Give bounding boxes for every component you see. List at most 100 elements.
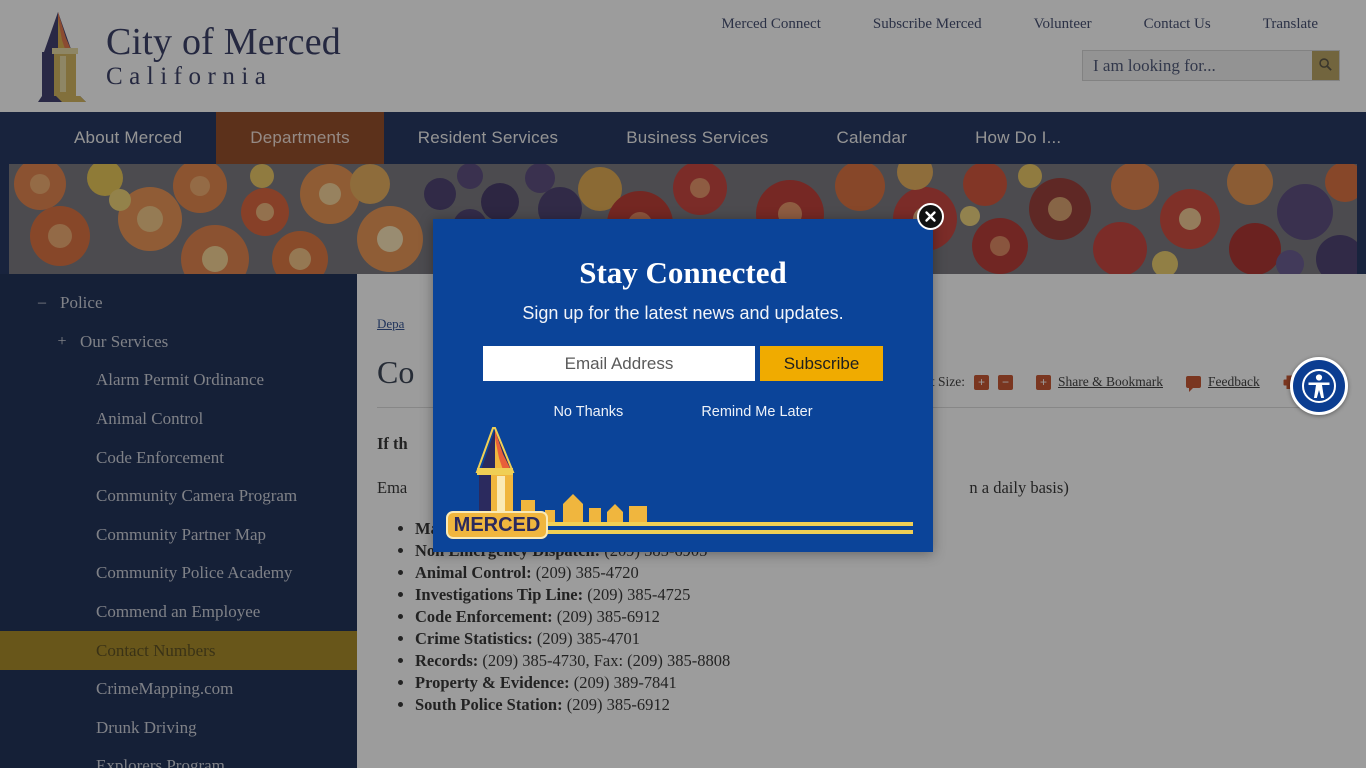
lead-plain-start: Ema bbox=[377, 478, 408, 497]
modal-close-button[interactable] bbox=[917, 203, 944, 230]
site-logo[interactable]: City of Merced California bbox=[36, 8, 341, 104]
page-tools: nt Size: + − + Share & Bookmark Feedback bbox=[924, 374, 1332, 392]
site-header: City of Merced California Merced Connect… bbox=[0, 0, 1366, 112]
utility-link-merced-connect[interactable]: Merced Connect bbox=[695, 16, 847, 33]
subscribe-button[interactable]: Subscribe bbox=[760, 346, 883, 381]
speech-bubble-icon bbox=[1186, 376, 1201, 392]
utility-link-subscribe-merced[interactable]: Subscribe Merced bbox=[847, 16, 1008, 33]
list-item: Code Enforcement: (209) 385-6912 bbox=[415, 606, 1332, 628]
nav-item-calendar[interactable]: Calendar bbox=[802, 112, 941, 164]
sidebar-item-label: Explorers Program bbox=[96, 756, 225, 768]
utility-link-translate[interactable]: Translate bbox=[1237, 16, 1344, 33]
accessibility-person-icon bbox=[1302, 369, 1336, 403]
logo-subtitle: California bbox=[106, 63, 273, 90]
contact-number: (209) 385-4725 bbox=[583, 585, 691, 604]
sidebar-item-community-camera-program[interactable]: Community Camera Program bbox=[0, 477, 357, 516]
sidebar-item-label: Alarm Permit Ordinance bbox=[96, 370, 265, 390]
contact-label: Investigations Tip Line: bbox=[415, 585, 584, 604]
contact-number: (209) 385-4701 bbox=[532, 629, 640, 648]
modal-signup-form: Subscribe bbox=[483, 346, 883, 381]
nav-item-business-services[interactable]: Business Services bbox=[592, 112, 802, 164]
sidebar-item-label: Code Enforcement bbox=[96, 447, 224, 467]
sidebar-item-crimemapping-com[interactable]: CrimeMapping.com bbox=[0, 670, 357, 709]
site-search bbox=[1082, 50, 1340, 81]
lead-plain-end: n a daily basis) bbox=[969, 478, 1069, 497]
list-item: Property & Evidence: (209) 389-7841 bbox=[415, 672, 1332, 694]
hero-edge-right bbox=[1357, 164, 1366, 274]
page-root: City of Merced California Merced Connect… bbox=[0, 0, 1366, 768]
contact-label: South Police Station: bbox=[415, 695, 563, 714]
sidebar-item-label: Contact Numbers bbox=[96, 640, 216, 660]
city-tower-logo-icon bbox=[36, 8, 92, 104]
feedback-link[interactable]: Feedback bbox=[1208, 374, 1260, 390]
feedback-group[interactable]: Feedback bbox=[1186, 374, 1260, 392]
contact-label: Code Enforcement: bbox=[415, 607, 553, 626]
sidebar-item-animal-control[interactable]: Animal Control bbox=[0, 400, 357, 439]
sidebar-item-alarm-permit-ordinance[interactable]: Alarm Permit Ordinance bbox=[0, 361, 357, 400]
merced-skyline-logo-icon: MERCED bbox=[446, 427, 913, 539]
collapse-minus-icon[interactable]: – bbox=[32, 294, 52, 312]
sidebar-item-police[interactable]: – Police bbox=[0, 284, 357, 323]
no-thanks-link[interactable]: No Thanks bbox=[553, 404, 623, 420]
list-item: Animal Control: (209) 385-4720 bbox=[415, 562, 1332, 584]
list-item: Records: (209) 385-4730, Fax: (209) 385-… bbox=[415, 650, 1332, 672]
sidebar-item-community-police-academy[interactable]: Community Police Academy bbox=[0, 554, 357, 593]
sidebar-item-label: Animal Control bbox=[96, 409, 204, 429]
contact-number: (209) 385-4730, Fax: (209) 385-8808 bbox=[478, 651, 731, 670]
sidebar-navigation: – Police + Our Services Alarm Permit Ord… bbox=[0, 274, 357, 768]
search-icon bbox=[1319, 57, 1332, 71]
expand-plus-icon[interactable]: + bbox=[52, 333, 72, 351]
list-item: Crime Statistics: (209) 385-4701 bbox=[415, 628, 1332, 650]
hero-edge-left bbox=[0, 164, 9, 274]
sidebar-item-community-partner-map[interactable]: Community Partner Map bbox=[0, 516, 357, 555]
close-x-icon bbox=[925, 211, 936, 222]
sidebar-item-label: Community Partner Map bbox=[96, 524, 266, 544]
sidebar-item-label: CrimeMapping.com bbox=[96, 679, 234, 699]
accessibility-widget-button[interactable] bbox=[1290, 357, 1348, 415]
logo-title: City of Merced bbox=[106, 21, 341, 63]
share-plus-icon[interactable]: + bbox=[1036, 374, 1052, 390]
breadcrumb-item-departments[interactable]: Depa bbox=[377, 316, 404, 331]
sidebar-item-drunk-driving[interactable]: Drunk Driving bbox=[0, 709, 357, 748]
contact-label: Property & Evidence: bbox=[415, 673, 570, 692]
contact-number: (209) 389-7841 bbox=[569, 673, 677, 692]
sidebar-item-code-enforcement[interactable]: Code Enforcement bbox=[0, 438, 357, 477]
remind-me-later-link[interactable]: Remind Me Later bbox=[701, 404, 812, 420]
modal-title: Stay Connected bbox=[579, 255, 787, 290]
modal-secondary-actions: No Thanks Remind Me Later bbox=[433, 404, 933, 420]
sidebar-item-label: Our Services bbox=[80, 331, 169, 351]
email-field[interactable] bbox=[483, 346, 755, 381]
utility-link-contact-us[interactable]: Contact Us bbox=[1118, 16, 1237, 33]
contact-number: (209) 385-6912 bbox=[562, 695, 670, 714]
utility-nav: Merced Connect Subscribe Merced Voluntee… bbox=[695, 16, 1344, 33]
sidebar-item-label: Commend an Employee bbox=[96, 602, 261, 622]
share-bookmark-link[interactable]: Share & Bookmark bbox=[1058, 374, 1163, 390]
sidebar-item-label: Community Police Academy bbox=[96, 563, 293, 583]
contact-number: (209) 385-6912 bbox=[552, 607, 660, 626]
sidebar-item-label: Drunk Driving bbox=[96, 717, 197, 737]
sidebar-item-our-services[interactable]: + Our Services bbox=[0, 323, 357, 362]
search-input[interactable] bbox=[1083, 51, 1312, 80]
sidebar-item-contact-numbers[interactable]: Contact Numbers bbox=[0, 631, 357, 670]
main-navigation: About Merced Departments Resident Servic… bbox=[0, 112, 1366, 164]
sidebar-item-explorers-program[interactable]: Explorers Program bbox=[0, 747, 357, 768]
font-decrease-button[interactable]: − bbox=[998, 374, 1014, 390]
search-button[interactable] bbox=[1312, 51, 1339, 80]
list-item: Investigations Tip Line: (209) 385-4725 bbox=[415, 584, 1332, 606]
sidebar-item-label: Community Camera Program bbox=[96, 486, 298, 506]
nav-item-about-merced[interactable]: About Merced bbox=[40, 112, 216, 164]
share-bookmark-group[interactable]: + Share & Bookmark bbox=[1036, 374, 1163, 390]
nav-item-departments[interactable]: Departments bbox=[216, 112, 384, 164]
contact-label: Records: bbox=[415, 651, 479, 670]
contact-label: Animal Control: bbox=[415, 563, 532, 582]
utility-link-volunteer[interactable]: Volunteer bbox=[1008, 16, 1118, 33]
contact-label: Crime Statistics: bbox=[415, 629, 533, 648]
nav-item-how-do-i[interactable]: How Do I... bbox=[941, 112, 1095, 164]
modal-subtitle: Sign up for the latest news and updates. bbox=[522, 303, 844, 323]
font-increase-button[interactable]: + bbox=[974, 374, 990, 390]
stay-connected-modal: Stay Connected Sign up for the latest ne… bbox=[433, 219, 933, 552]
nav-item-resident-services[interactable]: Resident Services bbox=[384, 112, 592, 164]
merced-logo-caption: MERCED bbox=[454, 514, 541, 536]
sidebar-item-commend-an-employee[interactable]: Commend an Employee bbox=[0, 593, 357, 632]
sidebar-item-label: Police bbox=[60, 293, 103, 313]
